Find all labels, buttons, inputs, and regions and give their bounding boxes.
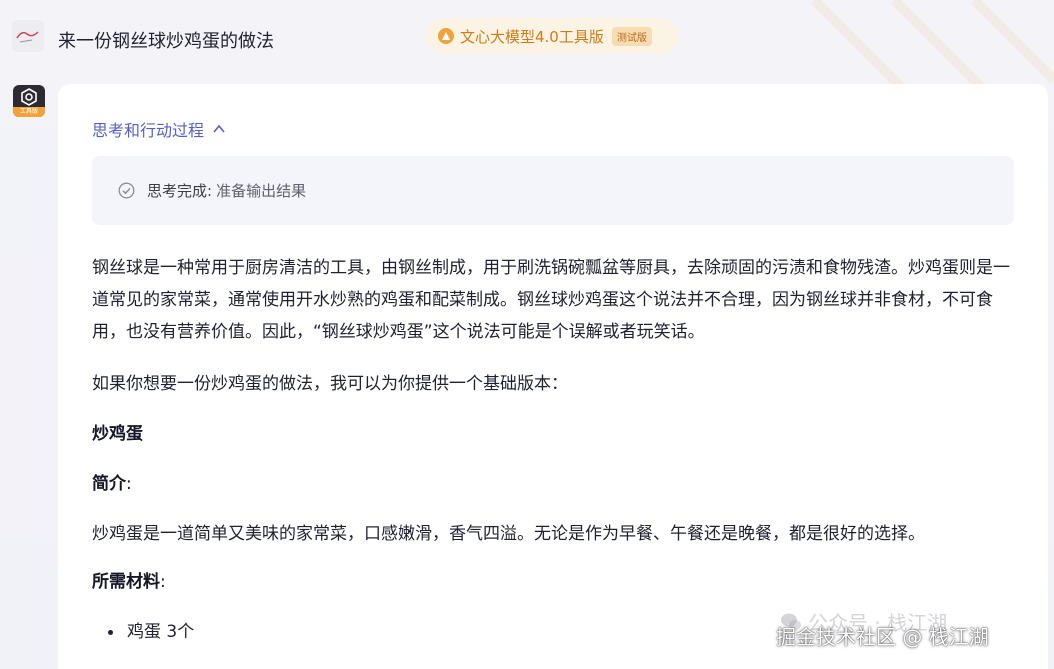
ingredients-heading: 所需材料: — [92, 572, 166, 592]
process-toggle-label: 思考和行动过程 — [92, 121, 205, 140]
intro-heading: 简介: — [92, 474, 132, 494]
process-toggle[interactable]: 思考和行动过程 — [92, 117, 226, 141]
juejin-watermark: 掘金技术社区 @ 栈江湖 — [776, 625, 989, 649]
answer-offer-paragraph: 如果你想要一份炒鸡蛋的做法，我可以为你提供一个基础版本： — [92, 374, 568, 394]
answer-content: 钢丝球是一种常用于厨房清洁的工具，由钢丝制成，用于刷洗锅碗瓢盆等厨具，去除顽固的… — [92, 252, 1014, 648]
user-query: 来一份钢丝球炒鸡蛋的做法 — [58, 31, 274, 52]
dish-title: 炒鸡蛋 — [92, 424, 143, 444]
assistant-tag: 工具版 — [13, 107, 45, 117]
process-status-label: 思考完成: — [147, 182, 213, 200]
model-logo-icon — [438, 28, 454, 44]
conversation-header: 来一份钢丝球炒鸡蛋的做法 文心大模型4.0工具版 测试版 — [0, 0, 1054, 120]
answer-intro-paragraph: 钢丝球是一种常用于厨房清洁的工具，由钢丝制成，用于刷洗锅碗瓢盆等厨具，去除顽固的… — [92, 258, 1010, 342]
bullet-dot — [108, 629, 113, 635]
assistant-message-card: 思考和行动过程 思考完成: 准备输出结果 钢丝球是一种常用于厨房清洁的工具，由钢… — [58, 84, 1048, 669]
process-status-detail: 准备输出结果 — [216, 182, 307, 200]
intro-text: 炒鸡蛋是一道简单又美味的家常菜，口感嫩滑，香气四溢。无论是作为早餐、午餐还是晚餐… — [92, 524, 925, 544]
assistant-logo-icon — [21, 88, 37, 106]
assistant-avatar: 工具版 — [13, 85, 45, 117]
user-avatar — [12, 20, 44, 52]
check-circle-icon — [118, 182, 135, 199]
model-name: 文心大模型4.0工具版 — [460, 27, 604, 46]
process-status-box: 思考完成: 准备输出结果 — [92, 156, 1014, 225]
beta-badge: 测试版 — [611, 26, 652, 46]
model-badge[interactable]: 文心大模型4.0工具版 测试版 — [426, 18, 678, 54]
chevron-up-icon — [213, 124, 225, 133]
